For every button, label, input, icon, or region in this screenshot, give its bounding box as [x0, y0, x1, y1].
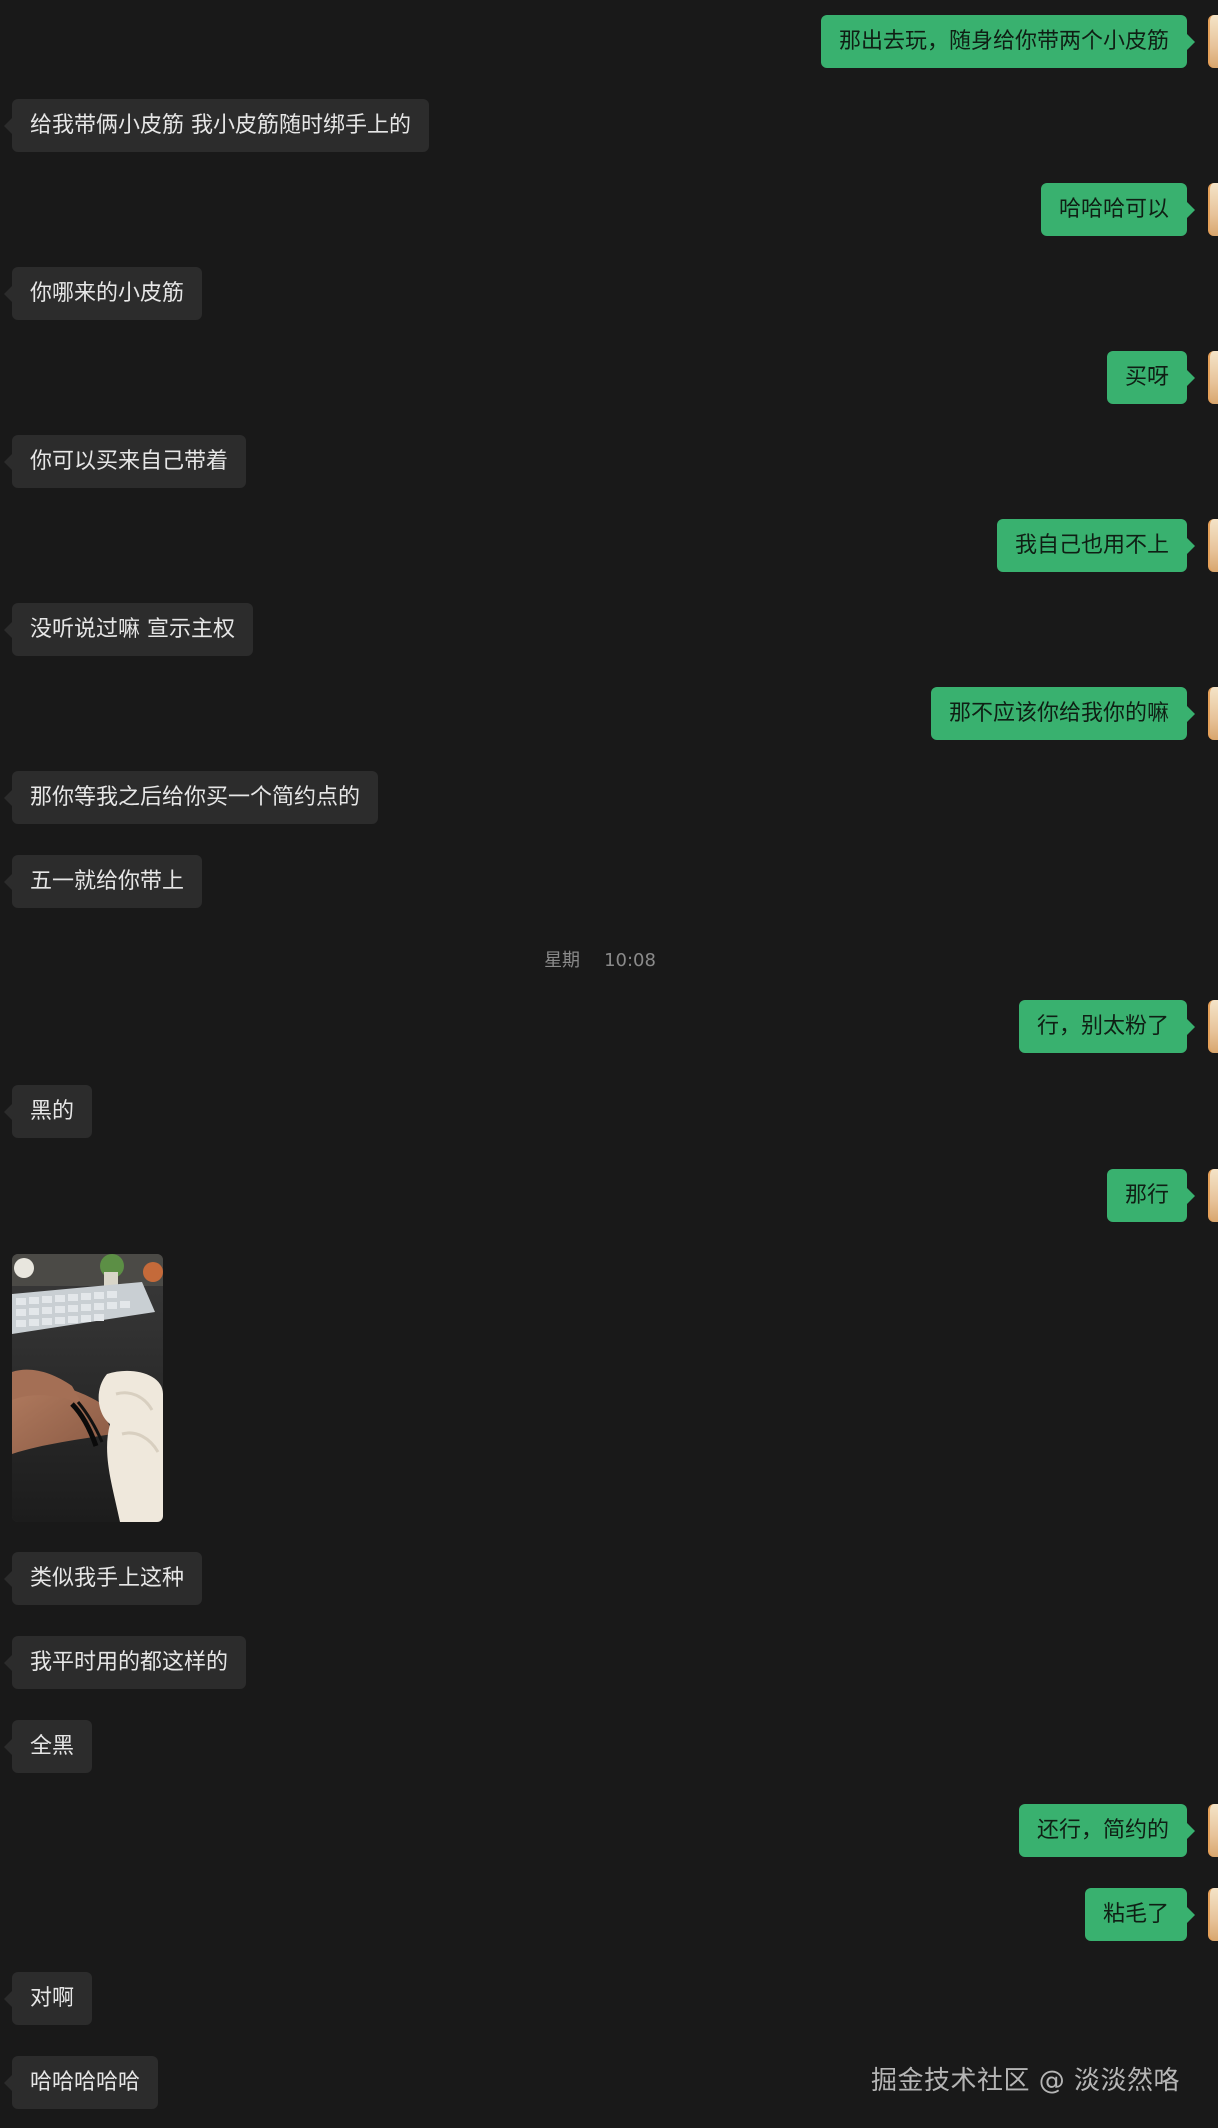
my-avatar[interactable] — [1208, 519, 1218, 572]
message-bubble-received[interactable]: 你哪来的小皮筋 — [3, 267, 203, 320]
message-bubble-received[interactable]: 类似我手上这种 — [3, 1552, 203, 1605]
message-bubble-sent[interactable]: 那出去玩，随身给你带两个小皮筋 — [820, 15, 1196, 68]
message-bubble-received[interactable]: 那你等我之后给你买一个简约点的 — [3, 771, 379, 824]
my-avatar[interactable] — [1208, 1169, 1218, 1222]
my-avatar[interactable] — [1208, 183, 1218, 236]
image-message[interactable] — [12, 1254, 163, 1522]
wrist-keyboard-photo — [12, 1254, 163, 1522]
message-bubble-sent[interactable]: 行，别太粉了 — [1018, 1000, 1196, 1053]
message-bubble-sent[interactable]: 那行 — [1106, 1169, 1196, 1222]
message-bubble-received[interactable]: 我平时用的都这样的 — [3, 1636, 247, 1689]
my-avatar[interactable] — [1208, 1888, 1218, 1941]
message-bubble-received[interactable]: 五一就给你带上 — [3, 855, 203, 908]
message-bubble-received[interactable]: 对啊 — [3, 1972, 93, 2025]
timestamp-time: 10:08 — [604, 950, 656, 971]
my-avatar[interactable] — [1208, 1804, 1218, 1857]
message-bubble-received[interactable]: 没听说过嘛 宣示主权 — [4, 603, 253, 656]
message-bubble-sent[interactable]: 粘毛了 — [1084, 1888, 1196, 1941]
message-bubble-received[interactable]: 你可以买来自己带着 — [3, 435, 247, 488]
timestamp-day: 星期 — [544, 950, 581, 971]
message-bubble-received[interactable]: 哈哈哈哈哈 — [3, 2056, 159, 2109]
message-bubble-sent[interactable]: 哈哈哈可以 — [1040, 183, 1196, 236]
message-bubble-sent[interactable]: 那不应该你给我你的嘛 — [930, 687, 1196, 740]
watermark-text: 掘金技术社区 @ 淡淡然咯 — [870, 2066, 1180, 2096]
my-avatar[interactable] — [1208, 1000, 1218, 1053]
my-avatar[interactable] — [1208, 351, 1218, 404]
message-bubble-received[interactable]: 给我带俩小皮筋 我小皮筋随时绑手上的 — [4, 99, 429, 152]
my-avatar[interactable] — [1208, 687, 1218, 740]
message-bubble-sent[interactable]: 还行，简约的 — [1018, 1804, 1196, 1857]
message-bubble-sent[interactable]: 我自己也用不上 — [996, 519, 1196, 572]
message-bubble-received[interactable]: 黑的 — [3, 1085, 93, 1138]
my-avatar[interactable] — [1208, 15, 1218, 68]
message-timestamp: 星期 10:08 — [0, 946, 1200, 972]
message-bubble-received[interactable]: 全黑 — [3, 1720, 93, 1773]
message-bubble-sent[interactable]: 买呀 — [1106, 351, 1196, 404]
